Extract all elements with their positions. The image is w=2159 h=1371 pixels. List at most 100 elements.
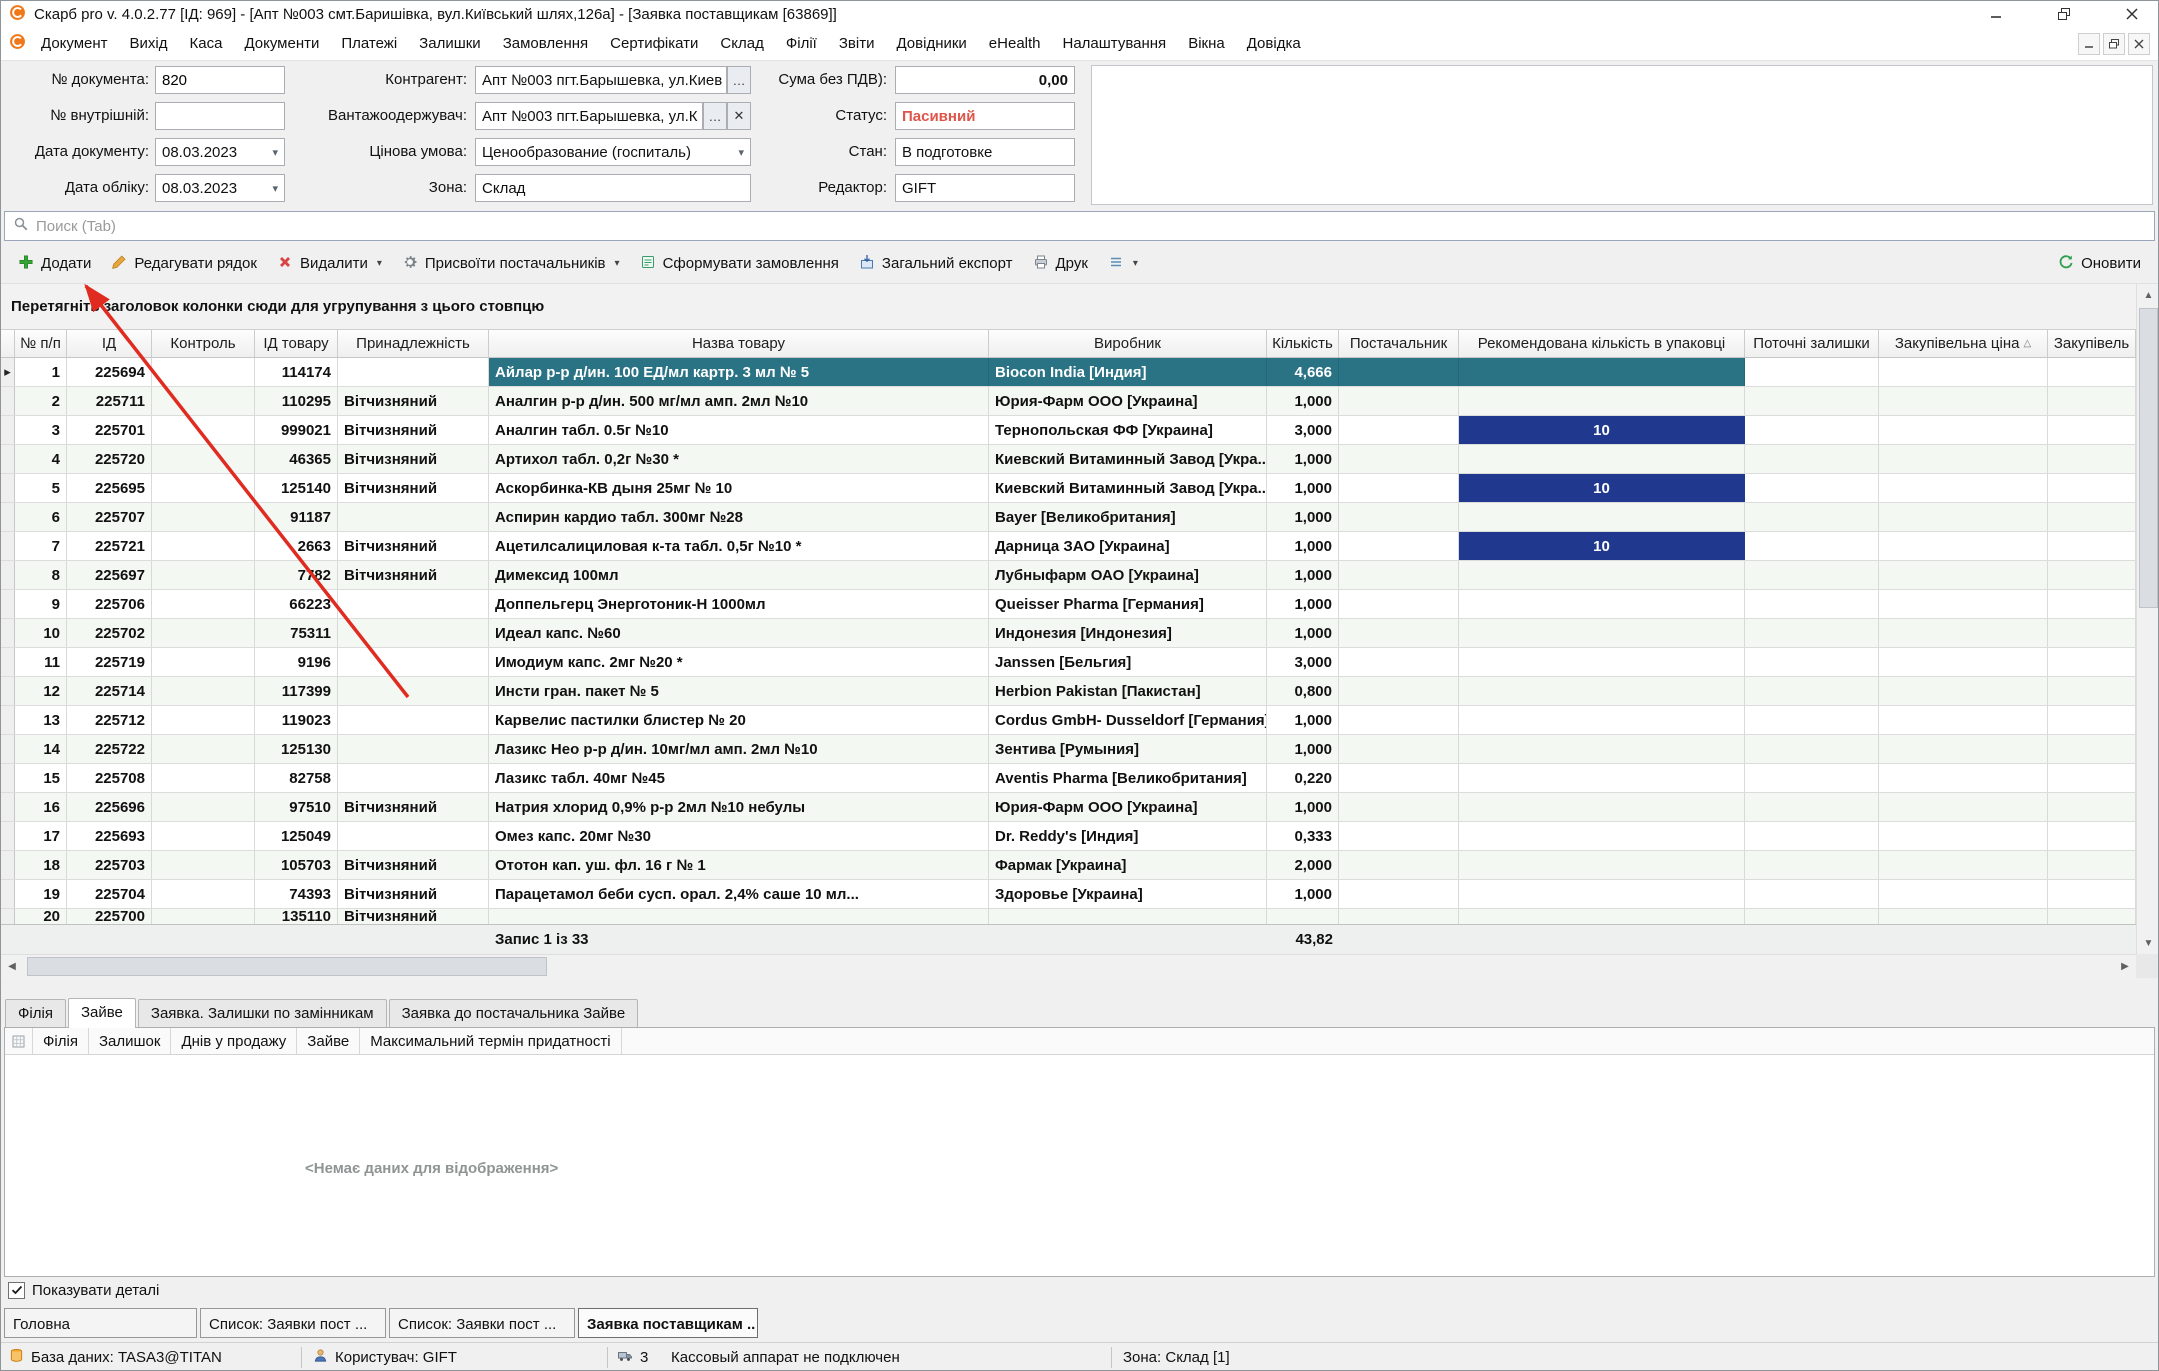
column-header-id[interactable]: ІД: [67, 330, 152, 357]
cell-recommended[interactable]: [1459, 358, 1745, 386]
cell-id[interactable]: 225702: [67, 619, 152, 647]
cell-manufacturer[interactable]: Фармак [Украина]: [989, 851, 1267, 879]
cell-control[interactable]: [152, 358, 255, 386]
cell-name[interactable]: Аскорбинка-КВ дыня 25мг № 10: [489, 474, 989, 502]
cell-num[interactable]: 6: [15, 503, 67, 531]
cell-id[interactable]: 225721: [67, 532, 152, 560]
cell-tovar-id[interactable]: 999021: [255, 416, 338, 444]
cell-current-stock[interactable]: [1745, 503, 1879, 531]
cell-origin[interactable]: Вітчизняний: [338, 387, 489, 415]
cell-qty[interactable]: 0,220: [1267, 764, 1339, 792]
cell-purchase-extra[interactable]: [2048, 880, 2136, 908]
cell-supplier[interactable]: [1339, 503, 1459, 531]
cell-purchase-extra[interactable]: [2048, 532, 2136, 560]
cell-current-stock[interactable]: [1745, 619, 1879, 647]
cell-manufacturer[interactable]: Лубныфарм ОАО [Украина]: [989, 561, 1267, 589]
cell-qty[interactable]: 1,000: [1267, 619, 1339, 647]
cell-recommended[interactable]: [1459, 619, 1745, 647]
cell-name[interactable]: Имодиум капс. 2мг №20 *: [489, 648, 989, 676]
cell-tovar-id[interactable]: 135110: [255, 909, 338, 924]
cell-id[interactable]: 225707: [67, 503, 152, 531]
menu-item[interactable]: Звіти: [828, 28, 886, 59]
cell-control[interactable]: [152, 445, 255, 473]
cell-recommended[interactable]: [1459, 880, 1745, 908]
cell-control[interactable]: [152, 677, 255, 705]
column-header-origin[interactable]: Принадлежність: [338, 330, 489, 357]
cell-origin[interactable]: Вітчизняний: [338, 561, 489, 589]
cell-current-stock[interactable]: [1745, 764, 1879, 792]
cell-recommended[interactable]: [1459, 648, 1745, 676]
cell-id[interactable]: 225719: [67, 648, 152, 676]
assign-suppliers-button[interactable]: Присвоїти постачальників▾: [393, 248, 629, 280]
menu-item[interactable]: Залишки: [408, 28, 492, 59]
cell-manufacturer[interactable]: Тернопольская ФФ [Украина]: [989, 416, 1267, 444]
cell-purchase-extra[interactable]: [2048, 706, 2136, 734]
cell-indicator[interactable]: [1, 619, 15, 647]
cell-purchase-extra[interactable]: [2048, 358, 2136, 386]
cell-num[interactable]: 20: [15, 909, 67, 924]
cell-recommended[interactable]: [1459, 503, 1745, 531]
cell-purchase-extra[interactable]: [2048, 561, 2136, 589]
cell-purchase-price[interactable]: [1879, 909, 2048, 924]
cell-purchase-price[interactable]: [1879, 764, 2048, 792]
scroll-up-icon[interactable]: ▲: [2137, 284, 2159, 306]
cell-manufacturer[interactable]: Janssen [Бельгия]: [989, 648, 1267, 676]
cell-manufacturer[interactable]: Индонезия [Индонезия]: [989, 619, 1267, 647]
cell-purchase-extra[interactable]: [2048, 619, 2136, 647]
cell-supplier[interactable]: [1339, 416, 1459, 444]
contragent-field[interactable]: Апт №003 пгт.Барышевка, ул.Киев: [475, 66, 727, 94]
cell-name[interactable]: Аналгин табл. 0.5г №10: [489, 416, 989, 444]
cell-id[interactable]: 225708: [67, 764, 152, 792]
cell-purchase-price[interactable]: [1879, 793, 2048, 821]
consignee-field[interactable]: Апт №003 пгт.Барышевка, ул.К: [475, 102, 703, 130]
cell-supplier[interactable]: [1339, 561, 1459, 589]
table-row[interactable]: 72257212663ВітчизнянийАцетилсалициловая …: [1, 532, 2136, 561]
cell-supplier[interactable]: [1339, 880, 1459, 908]
cell-current-stock[interactable]: [1745, 793, 1879, 821]
doc-number-field[interactable]: [155, 66, 285, 94]
cell-manufacturer[interactable]: Зентива [Румыния]: [989, 735, 1267, 763]
table-row[interactable]: 422572046365ВітчизнянийАртихол табл. 0,2…: [1, 445, 2136, 474]
export-button[interactable]: Загальний експорт: [850, 248, 1022, 280]
cell-purchase-extra[interactable]: [2048, 590, 2136, 618]
cell-current-stock[interactable]: [1745, 387, 1879, 415]
cell-id[interactable]: 225714: [67, 677, 152, 705]
cell-name[interactable]: [489, 909, 989, 924]
cell-indicator[interactable]: ▸: [1, 358, 15, 386]
cell-tovar-id[interactable]: 75311: [255, 619, 338, 647]
minimize-button[interactable]: [1973, 1, 2019, 27]
cell-origin[interactable]: [338, 590, 489, 618]
cell-control[interactable]: [152, 822, 255, 850]
cell-id[interactable]: 225696: [67, 793, 152, 821]
cell-control[interactable]: [152, 561, 255, 589]
doc-date-field[interactable]: 08.03.2023▾: [155, 138, 285, 166]
cell-recommended[interactable]: 10: [1459, 532, 1745, 560]
cell-num[interactable]: 12: [15, 677, 67, 705]
zone-field[interactable]: Склад: [475, 174, 751, 202]
cell-origin[interactable]: [338, 358, 489, 386]
cell-purchase-extra[interactable]: [2048, 909, 2136, 924]
restore-button[interactable]: [2041, 1, 2087, 27]
vertical-scrollbar[interactable]: ▲ ▼: [2136, 284, 2159, 954]
window-tab[interactable]: Список: Заявки пост ...: [200, 1308, 386, 1338]
cell-indicator[interactable]: [1, 648, 15, 676]
mdi-restore-button[interactable]: [2103, 33, 2125, 55]
cell-recommended[interactable]: [1459, 387, 1745, 415]
detail-column-header[interactable]: Залишок: [89, 1028, 171, 1054]
cell-purchase-price[interactable]: [1879, 619, 2048, 647]
cell-origin[interactable]: Вітчизняний: [338, 445, 489, 473]
table-row[interactable]: 14225722125130Лазикс Нео р-р д/ин. 10мг/…: [1, 735, 2136, 764]
cell-indicator[interactable]: [1, 851, 15, 879]
search-input[interactable]: [36, 218, 2146, 235]
scroll-thumb[interactable]: [2139, 308, 2158, 608]
cell-purchase-price[interactable]: [1879, 532, 2048, 560]
cell-num[interactable]: 14: [15, 735, 67, 763]
cell-qty[interactable]: 1,000: [1267, 503, 1339, 531]
cell-num[interactable]: 16: [15, 793, 67, 821]
column-header-num[interactable]: № п/п: [15, 330, 67, 357]
cell-tovar-id[interactable]: 125130: [255, 735, 338, 763]
menu-item[interactable]: Вікна: [1177, 28, 1236, 59]
refresh-button[interactable]: Оновити: [2049, 248, 2150, 280]
table-row[interactable]: 1922570474393ВітчизнянийПарацетамол беби…: [1, 880, 2136, 909]
cell-purchase-extra[interactable]: [2048, 445, 2136, 473]
